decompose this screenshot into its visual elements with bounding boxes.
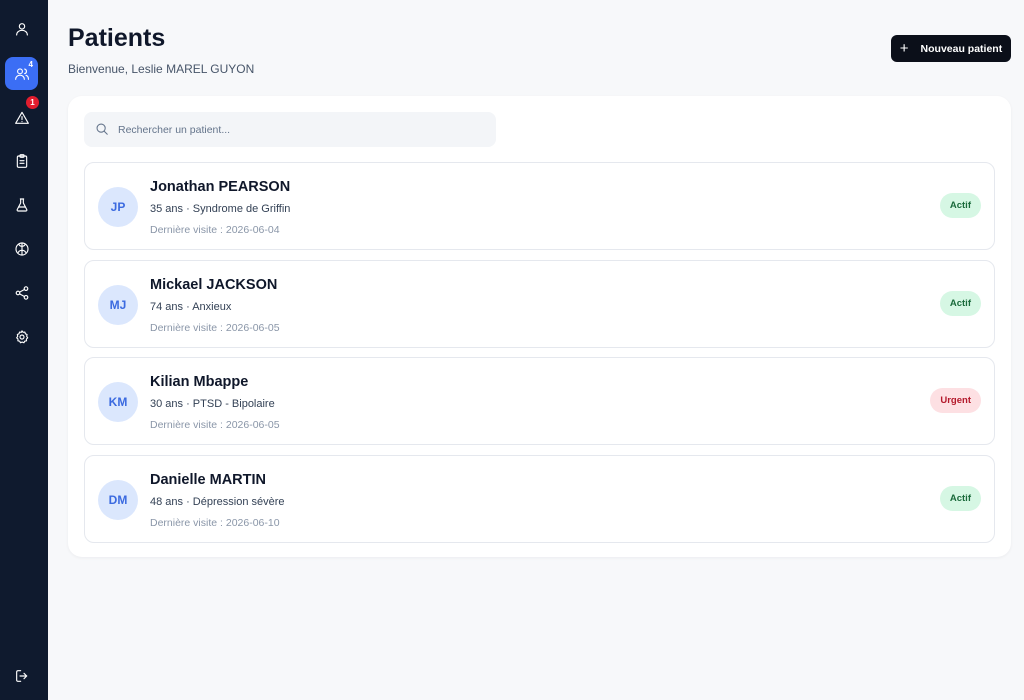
page-title: Patients bbox=[68, 24, 166, 52]
patient-last-visit: Dernière visite : 2026-06-04 bbox=[150, 224, 280, 236]
avatar: JP bbox=[98, 187, 138, 227]
status-badge: Actif bbox=[939, 290, 981, 316]
flask-icon bbox=[14, 197, 30, 213]
status-badge: Urgent bbox=[930, 388, 981, 413]
patient-row-mickael-jackson[interactable]: MJ Mickael JACKSON 74 ans · Anxieux Dern… bbox=[84, 259, 995, 348]
patient-name: Danielle MARTIN bbox=[150, 471, 267, 488]
patient-row-danielle-martin[interactable]: DM Danielle MARTIN 48 ans · Dépression s… bbox=[84, 454, 995, 543]
patient-last-visit: Dernière visite : 2026-06-05 bbox=[150, 419, 280, 431]
share-icon bbox=[14, 285, 30, 301]
sidebar-item-share[interactable] bbox=[5, 276, 38, 309]
users-icon bbox=[14, 66, 30, 82]
patient-last-visit: Dernière visite : 2026-06-05 bbox=[150, 321, 280, 334]
patient-info: 74 ans · Anxieux bbox=[150, 300, 232, 313]
welcome-subtitle: Bienvenue, Leslie MAREL GUYON bbox=[68, 62, 255, 76]
logout-icon bbox=[14, 668, 30, 684]
brain-icon bbox=[14, 241, 30, 257]
search-icon bbox=[95, 122, 109, 136]
sidebar-item-alerts[interactable]: 1 bbox=[5, 96, 39, 134]
avatar: KM bbox=[98, 382, 138, 422]
user-icon bbox=[14, 21, 30, 37]
plus-icon: + bbox=[899, 40, 909, 57]
patients-count-badge: 4 bbox=[28, 60, 33, 69]
gear-icon bbox=[14, 329, 30, 345]
patient-name: Mickael JACKSON bbox=[150, 276, 278, 293]
patient-info: 48 ans · Dépression sévère bbox=[150, 495, 285, 508]
patients-card: JP Jonathan PEARSON 35 ans · Syndrome de… bbox=[68, 96, 1011, 557]
logout-button[interactable] bbox=[5, 659, 38, 692]
patient-info: 35 ans · Syndrome de Griffin bbox=[150, 203, 291, 215]
sidebar-item-patients[interactable]: 4 bbox=[5, 57, 38, 90]
search-bar bbox=[84, 112, 496, 147]
sidebar-item-reports[interactable] bbox=[5, 144, 38, 177]
status-badge: Actif bbox=[939, 485, 981, 511]
patient-info: 30 ans · PTSD - Bipolaire bbox=[150, 398, 275, 410]
avatar: MJ bbox=[98, 284, 138, 325]
avatar: DM bbox=[98, 479, 138, 520]
clipboard-icon bbox=[14, 153, 30, 169]
sidebar: 4 1 bbox=[0, 0, 48, 700]
patient-last-visit: Dernière visite : 2026-06-10 bbox=[150, 516, 280, 529]
sidebar-item-brain[interactable] bbox=[5, 232, 38, 265]
patient-name: Kilian Mbappe bbox=[150, 374, 249, 390]
sidebar-item-lab[interactable] bbox=[5, 188, 38, 221]
sidebar-item-settings[interactable] bbox=[5, 320, 38, 353]
patient-list: JP Jonathan PEARSON 35 ans · Syndrome de… bbox=[84, 162, 995, 552]
sidebar-item-profile[interactable] bbox=[5, 12, 38, 45]
search-input[interactable] bbox=[118, 112, 488, 147]
alert-triangle-icon bbox=[14, 110, 30, 126]
alerts-count-badge: 1 bbox=[26, 96, 39, 109]
patient-row-jonathan-pearson[interactable]: JP Jonathan PEARSON 35 ans · Syndrome de… bbox=[84, 162, 995, 250]
patient-name: Jonathan PEARSON bbox=[150, 179, 291, 195]
patient-row-kilian-mbappe[interactable]: KM Kilian Mbappe 30 ans · PTSD - Bipolai… bbox=[84, 357, 995, 445]
status-badge: Actif bbox=[939, 193, 981, 218]
new-patient-label: Nouveau patient bbox=[920, 42, 1003, 55]
new-patient-button[interactable]: + Nouveau patient bbox=[891, 35, 1011, 62]
